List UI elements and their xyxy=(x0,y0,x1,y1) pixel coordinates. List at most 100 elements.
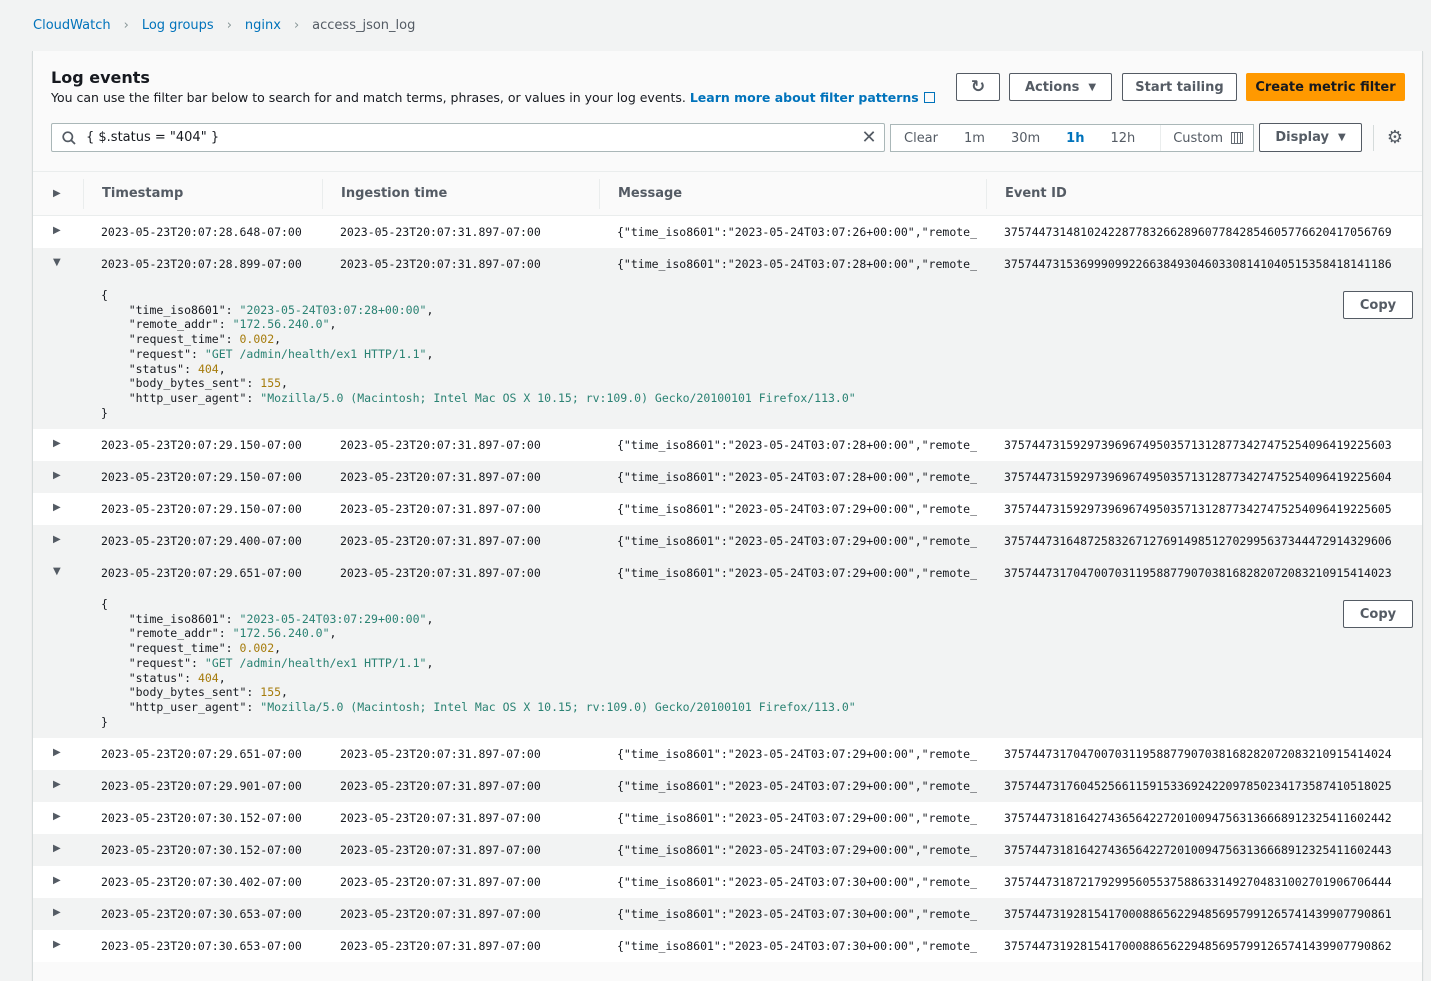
timestamp-cell: 2023-05-23T20:07:30.653-07:00 xyxy=(101,907,302,921)
table-row[interactable]: ▶ 2023-05-23T20:07:29.400-07:00 2023-05-23… xyxy=(33,525,1422,557)
col-event-id[interactable]: Event ID xyxy=(986,178,1067,209)
expand-row-icon[interactable]: ▶ xyxy=(53,834,61,864)
create-metric-filter-button[interactable]: Create metric filter xyxy=(1246,73,1405,101)
expand-row-icon[interactable]: ▶ xyxy=(53,898,61,928)
table-row[interactable]: ▶ 2023-05-23T20:07:28.648-07:00 2023-05-23… xyxy=(33,216,1422,248)
ingestion-time-cell: 2023-05-23T20:07:31.897-07:00 xyxy=(340,907,541,921)
event-id-cell: 3757447318164274365642272010094756313666… xyxy=(1004,811,1392,825)
event-id-cell: 3757447317047007031195887790703816828207… xyxy=(1004,566,1392,580)
json-number: 404 xyxy=(197,361,219,376)
table-row[interactable]: ▶ 2023-05-23T20:07:29.901-07:00 2023-05-23… xyxy=(33,770,1422,802)
range-custom[interactable]: Custom xyxy=(1160,125,1253,151)
expand-row-icon[interactable]: ▶ xyxy=(53,802,61,832)
start-tailing-button[interactable]: Start tailing xyxy=(1122,73,1237,101)
table-row[interactable]: ▼ 2023-05-23T20:07:29.651-07:00 2023-05-23… xyxy=(33,557,1422,589)
refresh-button[interactable]: ↻ xyxy=(956,73,1000,101)
actions-button[interactable]: Actions ▼ xyxy=(1009,73,1112,101)
expand-row-icon[interactable]: ▶ xyxy=(53,429,61,459)
event-id-cell: 3757447319281541700088656229485695799126… xyxy=(1004,907,1392,921)
table-header: ▶ Timestamp Ingestion time Message Event… xyxy=(33,172,1422,216)
json-string: GET /admin/health/ex1 HTTP/1.1 xyxy=(211,655,420,670)
panel-description: You can use the filter bar below to sear… xyxy=(51,90,935,105)
ingestion-time-cell: 2023-05-23T20:07:31.897-07:00 xyxy=(340,534,541,548)
log-events-panel: Log events You can use the filter bar be… xyxy=(32,51,1423,981)
display-button[interactable]: Display ▼ xyxy=(1259,123,1362,152)
table-row[interactable]: ▶ 2023-05-23T20:07:29.150-07:00 2023-05-23… xyxy=(33,429,1422,461)
log-events-table: ▶ Timestamp Ingestion time Message Event… xyxy=(33,171,1422,962)
ingestion-time-cell: 2023-05-23T20:07:31.897-07:00 xyxy=(340,779,541,793)
expand-all-icon[interactable]: ▶ xyxy=(53,172,61,216)
message-cell: {"time_iso8601":"2023-05-24T03:07:26+00:… xyxy=(617,225,977,239)
expand-row-icon[interactable]: ▶ xyxy=(53,770,61,800)
event-id-cell: 3757447315369990992266384930460330814104… xyxy=(1004,257,1392,271)
breadcrumb-cloudwatch[interactable]: CloudWatch xyxy=(33,18,111,33)
message-cell: {"time_iso8601":"2023-05-24T03:07:29+00:… xyxy=(617,779,977,793)
gear-icon[interactable]: ⚙ xyxy=(1385,128,1405,148)
col-timestamp[interactable]: Timestamp xyxy=(83,178,183,209)
expand-row-icon[interactable]: ▶ xyxy=(53,866,61,896)
message-cell: {"time_iso8601":"2023-05-24T03:07:28+00:… xyxy=(617,438,977,452)
json-viewer: { "time_iso8601": "2023-05-24T03:07:28+0… xyxy=(101,288,856,420)
table-row[interactable]: ▶ 2023-05-23T20:07:30.402-07:00 2023-05-23… xyxy=(33,866,1422,898)
expand-row-icon[interactable]: ▶ xyxy=(53,930,61,960)
event-id-cell: 3757447319281541700088656229485695799126… xyxy=(1004,939,1392,953)
breadcrumb: CloudWatch › Log groups › nginx › access… xyxy=(33,18,415,33)
breadcrumb-nginx[interactable]: nginx xyxy=(245,18,281,33)
collapse-row-icon[interactable]: ▼ xyxy=(53,557,61,587)
json-number: 155 xyxy=(260,685,282,700)
timestamp-cell: 2023-05-23T20:07:29.651-07:00 xyxy=(101,747,302,761)
panel-header: Log events You can use the filter bar be… xyxy=(51,68,935,105)
table-row[interactable]: ▶ 2023-05-23T20:07:29.150-07:00 2023-05-23… xyxy=(33,493,1422,525)
range-1m[interactable]: 1m xyxy=(951,131,998,146)
timestamp-cell: 2023-05-23T20:07:30.653-07:00 xyxy=(101,939,302,953)
table-row[interactable]: ▶ 2023-05-23T20:07:30.152-07:00 2023-05-23… xyxy=(33,802,1422,834)
timestamp-cell: 2023-05-23T20:07:29.400-07:00 xyxy=(101,534,302,548)
table-row[interactable]: ▼ 2023-05-23T20:07:28.899-07:00 2023-05-23… xyxy=(33,248,1422,280)
chevron-right-icon: › xyxy=(226,18,232,33)
message-cell: {"time_iso8601":"2023-05-24T03:07:29+00:… xyxy=(617,843,977,857)
range-clear[interactable]: Clear xyxy=(891,131,951,146)
breadcrumb-log-groups[interactable]: Log groups xyxy=(142,18,214,33)
caret-down-icon: ▼ xyxy=(1088,81,1097,93)
collapse-row-icon[interactable]: ▼ xyxy=(53,248,61,278)
message-cell: {"time_iso8601":"2023-05-24T03:07:29+00:… xyxy=(617,534,977,548)
learn-more-link[interactable]: Learn more about filter patterns xyxy=(690,90,935,105)
timestamp-cell: 2023-05-23T20:07:30.402-07:00 xyxy=(101,875,302,889)
refresh-icon: ↻ xyxy=(970,77,986,97)
message-cell: {"time_iso8601":"2023-05-24T03:07:30+00:… xyxy=(617,875,977,889)
table-row[interactable]: ▶ 2023-05-23T20:07:30.653-07:00 2023-05-23… xyxy=(33,930,1422,962)
chevron-right-icon: › xyxy=(123,18,129,33)
clear-filter-icon[interactable]: ✕ xyxy=(854,127,884,148)
timestamp-cell: 2023-05-23T20:07:28.648-07:00 xyxy=(101,225,302,239)
range-1h[interactable]: 1h xyxy=(1053,131,1097,146)
timestamp-cell: 2023-05-23T20:07:30.152-07:00 xyxy=(101,811,302,825)
expand-row-icon[interactable]: ▶ xyxy=(53,525,61,555)
json-string: 172.56.240.0 xyxy=(239,626,323,641)
table-row[interactable]: ▶ 2023-05-23T20:07:30.152-07:00 2023-05-23… xyxy=(33,834,1422,866)
col-ingestion-time[interactable]: Ingestion time xyxy=(322,178,447,209)
table-row[interactable]: ▶ 2023-05-23T20:07:29.150-07:00 2023-05-23… xyxy=(33,461,1422,493)
filter-input[interactable] xyxy=(84,129,854,146)
json-string: 2023-05-24T03:07:28+00:00 xyxy=(246,302,420,317)
copy-button[interactable]: Copy xyxy=(1343,291,1413,319)
range-30m[interactable]: 30m xyxy=(998,131,1053,146)
ingestion-time-cell: 2023-05-23T20:07:31.897-07:00 xyxy=(340,811,541,825)
table-row[interactable]: ▶ 2023-05-23T20:07:29.651-07:00 2023-05-23… xyxy=(33,738,1422,770)
event-id-cell: 3757447314810242287783266289607784285460… xyxy=(1004,225,1392,239)
ingestion-time-cell: 2023-05-23T20:07:31.897-07:00 xyxy=(340,875,541,889)
message-cell: {"time_iso8601":"2023-05-24T03:07:29+00:… xyxy=(617,747,977,761)
col-message[interactable]: Message xyxy=(599,178,682,209)
table-row[interactable]: ▶ 2023-05-23T20:07:30.653-07:00 2023-05-23… xyxy=(33,898,1422,930)
expand-row-icon[interactable]: ▶ xyxy=(53,461,61,491)
event-id-cell: 3757447318721792995605537588633149270483… xyxy=(1004,875,1392,889)
range-12h[interactable]: 12h xyxy=(1097,131,1148,146)
json-string: Mozilla/5.0 (Macintosh; Intel Mac OS X 1… xyxy=(267,390,849,405)
expand-row-icon[interactable]: ▶ xyxy=(53,493,61,523)
expand-row-icon[interactable]: ▶ xyxy=(53,738,61,768)
event-id-cell: 3757447317047007031195887790703816828207… xyxy=(1004,747,1392,761)
expand-row-icon[interactable]: ▶ xyxy=(53,216,61,246)
event-id-cell: 3757447315929739696749503571312877342747… xyxy=(1004,502,1392,516)
event-id-cell: 3757447318164274365642272010094756313666… xyxy=(1004,843,1392,857)
json-number: 404 xyxy=(197,670,219,685)
copy-button[interactable]: Copy xyxy=(1343,600,1413,628)
